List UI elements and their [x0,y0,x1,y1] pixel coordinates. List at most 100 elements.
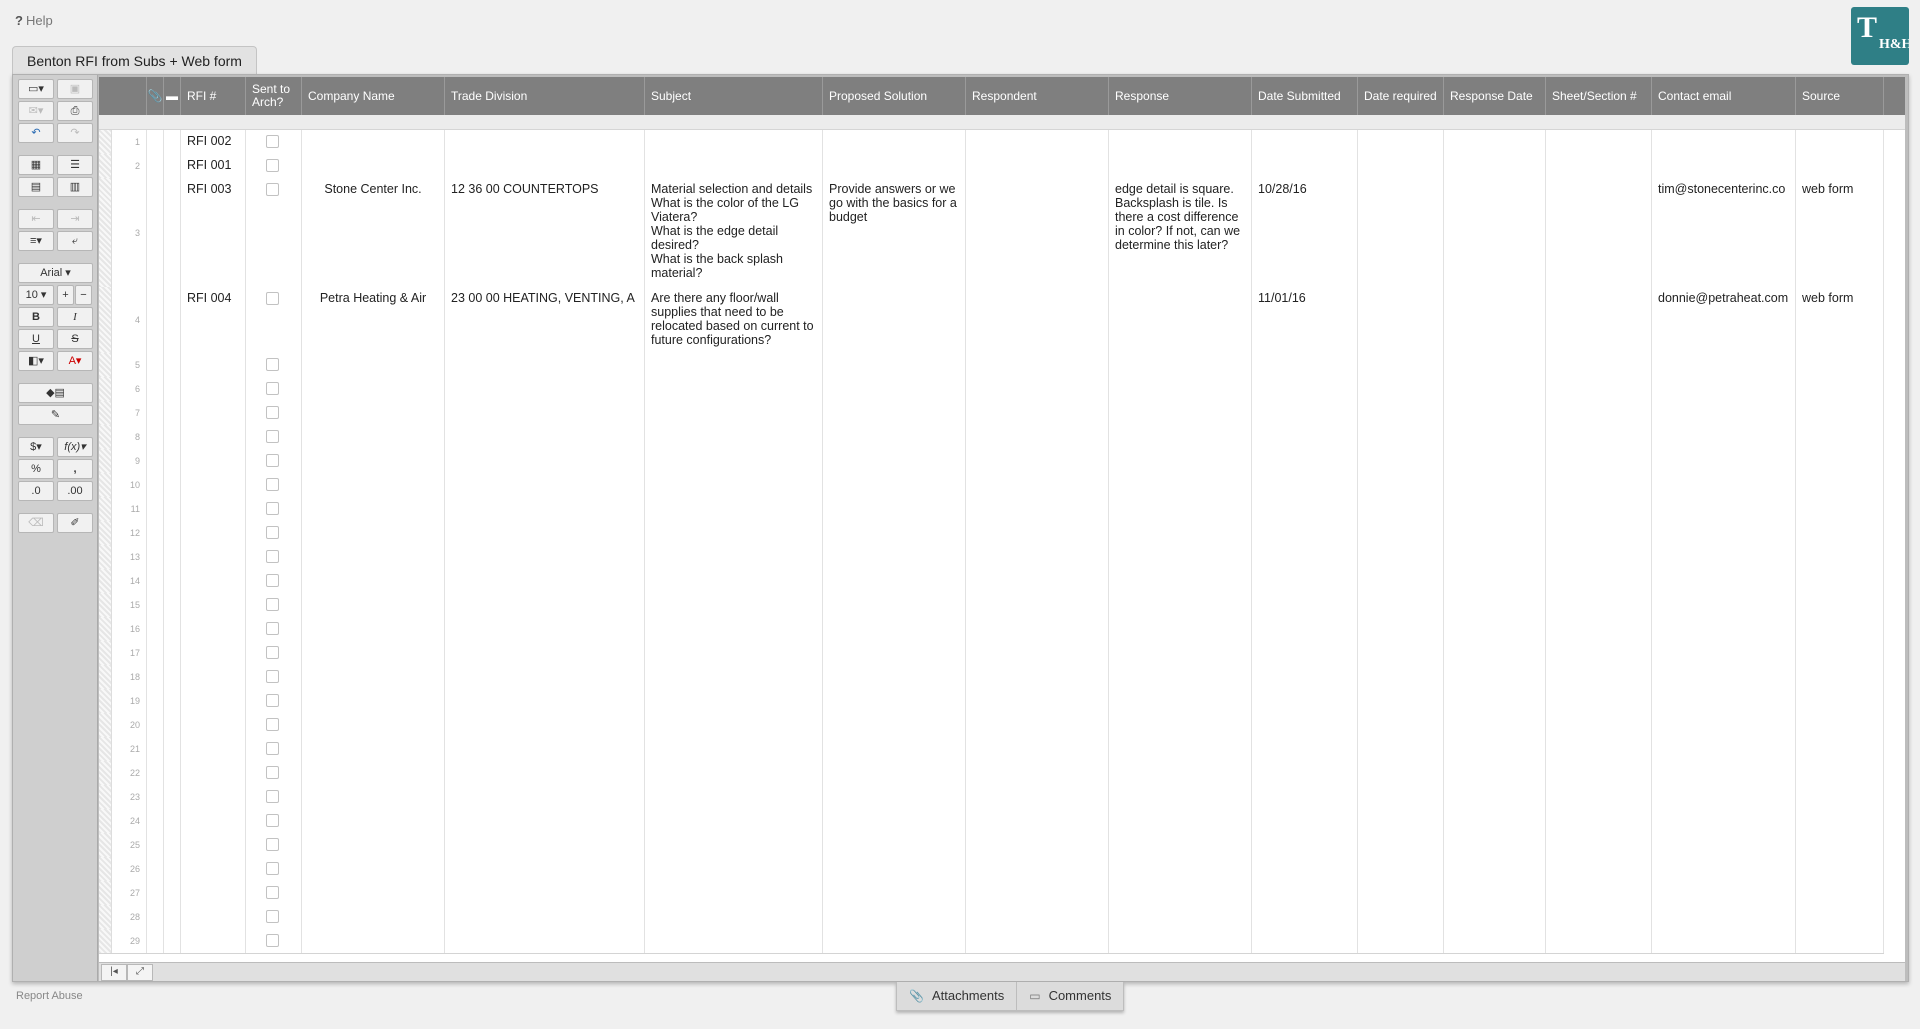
cell-trade[interactable] [445,737,645,761]
cell-respondent[interactable] [966,713,1109,737]
cell-response[interactable] [1109,665,1252,689]
cell-respdate[interactable] [1444,617,1546,641]
cell-rfi[interactable] [181,737,246,761]
cell-subject[interactable] [645,665,823,689]
cell-response[interactable] [1109,617,1252,641]
cell-email[interactable] [1652,353,1796,377]
cell-trade[interactable] [445,377,645,401]
cell-response[interactable] [1109,905,1252,929]
cell-required[interactable] [1358,617,1444,641]
cell-company[interactable] [302,353,445,377]
cell-respondent[interactable] [966,881,1109,905]
cell-rfi[interactable] [181,809,246,833]
table-row[interactable]: 28 [99,905,1884,930]
cell-company[interactable] [302,713,445,737]
row-number[interactable]: 26 [99,857,147,881]
cell-required[interactable] [1358,761,1444,785]
cell-trade[interactable] [445,785,645,809]
cell-respdate[interactable] [1444,377,1546,401]
cell-email[interactable] [1652,809,1796,833]
cell-subject[interactable]: Are there any floor/wall supplies that n… [645,287,823,353]
cell-email[interactable] [1652,833,1796,857]
sent-checkbox[interactable] [266,742,279,755]
cell-respondent[interactable] [966,353,1109,377]
cell-sheet[interactable] [1546,545,1652,569]
cell-solution[interactable]: Provide answers or we go with the basics… [823,178,966,287]
cell-respdate[interactable] [1444,178,1546,287]
cell-respdate[interactable] [1444,665,1546,689]
cell-sent[interactable] [246,665,302,689]
cell-respondent[interactable] [966,593,1109,617]
cell-source[interactable] [1796,377,1884,401]
cell-sent[interactable] [246,713,302,737]
cell-sent[interactable] [246,154,302,178]
expand-icon[interactable]: ⤢ [127,964,153,981]
cell-response[interactable] [1109,761,1252,785]
table-row[interactable]: 15 [99,593,1884,618]
cell-trade[interactable] [445,905,645,929]
cell-company[interactable] [302,377,445,401]
highlight-changes-icon[interactable]: ✎ [18,405,93,425]
cell-sheet[interactable] [1546,377,1652,401]
table-row[interactable]: 2 RFI 001 [99,154,1884,179]
table-row[interactable]: 21 [99,737,1884,762]
table-row[interactable]: 16 [99,617,1884,642]
cell-company[interactable] [302,881,445,905]
cell-solution[interactable] [823,473,966,497]
cell-sent[interactable] [246,130,302,154]
cell-response[interactable] [1109,353,1252,377]
cell-required[interactable] [1358,377,1444,401]
cell-email[interactable]: tim@stonecenterinc.co [1652,178,1796,287]
cell-required[interactable] [1358,497,1444,521]
cell-subject[interactable] [645,154,823,178]
cell-rfi[interactable] [181,593,246,617]
cell-trade[interactable] [445,641,645,665]
cell-required[interactable] [1358,154,1444,178]
cell-required[interactable] [1358,833,1444,857]
table-row[interactable]: 18 [99,665,1884,690]
cell-source[interactable] [1796,353,1884,377]
cell-required[interactable] [1358,287,1444,353]
cell-subject[interactable] [645,353,823,377]
increase-decimal-icon[interactable]: .00 [57,481,93,501]
cell-company[interactable] [302,593,445,617]
cell-respondent[interactable] [966,569,1109,593]
align-icon[interactable]: ≡▾ [18,231,54,251]
cell-response[interactable] [1109,569,1252,593]
row-number[interactable]: 5 [99,353,147,377]
cell-respondent[interactable] [966,449,1109,473]
cell-required[interactable] [1358,569,1444,593]
table-row[interactable]: 17 [99,641,1884,666]
col-company[interactable]: Company Name [302,77,445,115]
row-number[interactable]: 20 [99,713,147,737]
cell-subject[interactable] [645,761,823,785]
cell-submitted[interactable] [1252,617,1358,641]
cell-rfi[interactable] [181,761,246,785]
underline-icon[interactable]: U [18,329,54,349]
cell-required[interactable] [1358,881,1444,905]
cell-subject[interactable] [645,497,823,521]
cell-source[interactable] [1796,449,1884,473]
cell-sent[interactable] [246,785,302,809]
sent-checkbox[interactable] [266,886,279,899]
cell-source[interactable] [1796,809,1884,833]
cell-sent[interactable] [246,761,302,785]
fill-color-icon[interactable]: ◧▾ [18,351,54,371]
cell-subject[interactable] [645,857,823,881]
cell-response[interactable] [1109,641,1252,665]
cell-email[interactable] [1652,761,1796,785]
sent-checkbox[interactable] [266,646,279,659]
help-link[interactable]: ? Help [15,13,53,28]
cell-subject[interactable] [645,833,823,857]
row-number[interactable]: 16 [99,617,147,641]
cell-subject[interactable] [645,377,823,401]
cell-sheet[interactable] [1546,178,1652,287]
col-solution[interactable]: Proposed Solution [823,77,966,115]
table-row[interactable]: 27 [99,881,1884,906]
cell-respondent[interactable] [966,737,1109,761]
cell-sheet[interactable] [1546,617,1652,641]
cell-solution[interactable] [823,593,966,617]
sent-checkbox[interactable] [266,910,279,923]
cell-rfi[interactable] [181,617,246,641]
cell-sent[interactable] [246,857,302,881]
